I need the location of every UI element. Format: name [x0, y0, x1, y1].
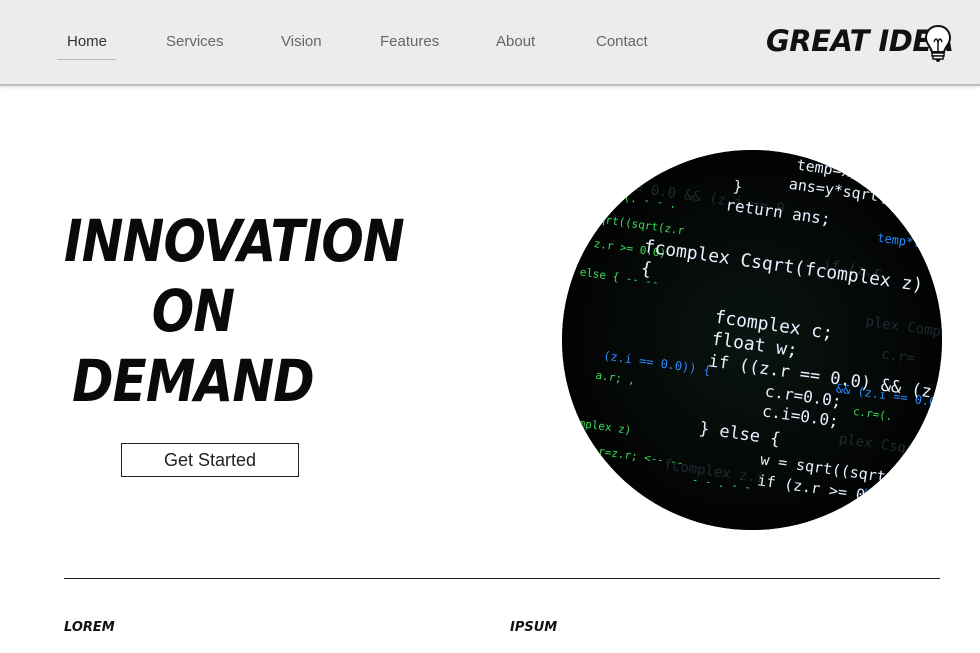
get-started-button[interactable]: Get Started [121, 443, 299, 477]
nav-features[interactable]: Features [380, 33, 439, 50]
hero-title-line-1: INNOVATION [64, 207, 405, 275]
nav-home[interactable]: Home [67, 33, 107, 50]
section-label-lorem: LOREM [64, 620, 115, 635]
hero-code-image: c.r == 0.0 && (z.i == 0 if (z.r plex Com… [562, 150, 942, 530]
nav-active-underline [57, 59, 116, 60]
hero-title-line-3: DEMAND [72, 347, 315, 415]
top-navbar: Home Services Vision Features About Cont… [0, 0, 980, 86]
nav-services[interactable]: Services [166, 33, 224, 50]
nav-vision[interactable]: Vision [281, 33, 322, 50]
section-divider [64, 578, 940, 579]
code-screenshot-graphic: c.r == 0.0 && (z.i == 0 if (z.r plex Com… [562, 150, 942, 530]
nav-contact[interactable]: Contact [596, 33, 648, 50]
hero-title: INNOVATION ON DEMAND [64, 206, 405, 416]
lightbulb-icon [924, 24, 952, 62]
nav-about[interactable]: About [496, 33, 535, 50]
section-label-ipsum: IPSUM [510, 620, 558, 635]
svg-text:(sqrt(z.r: (sqrt(z.r [861, 486, 927, 509]
hero-title-line-2: ON [151, 277, 235, 345]
